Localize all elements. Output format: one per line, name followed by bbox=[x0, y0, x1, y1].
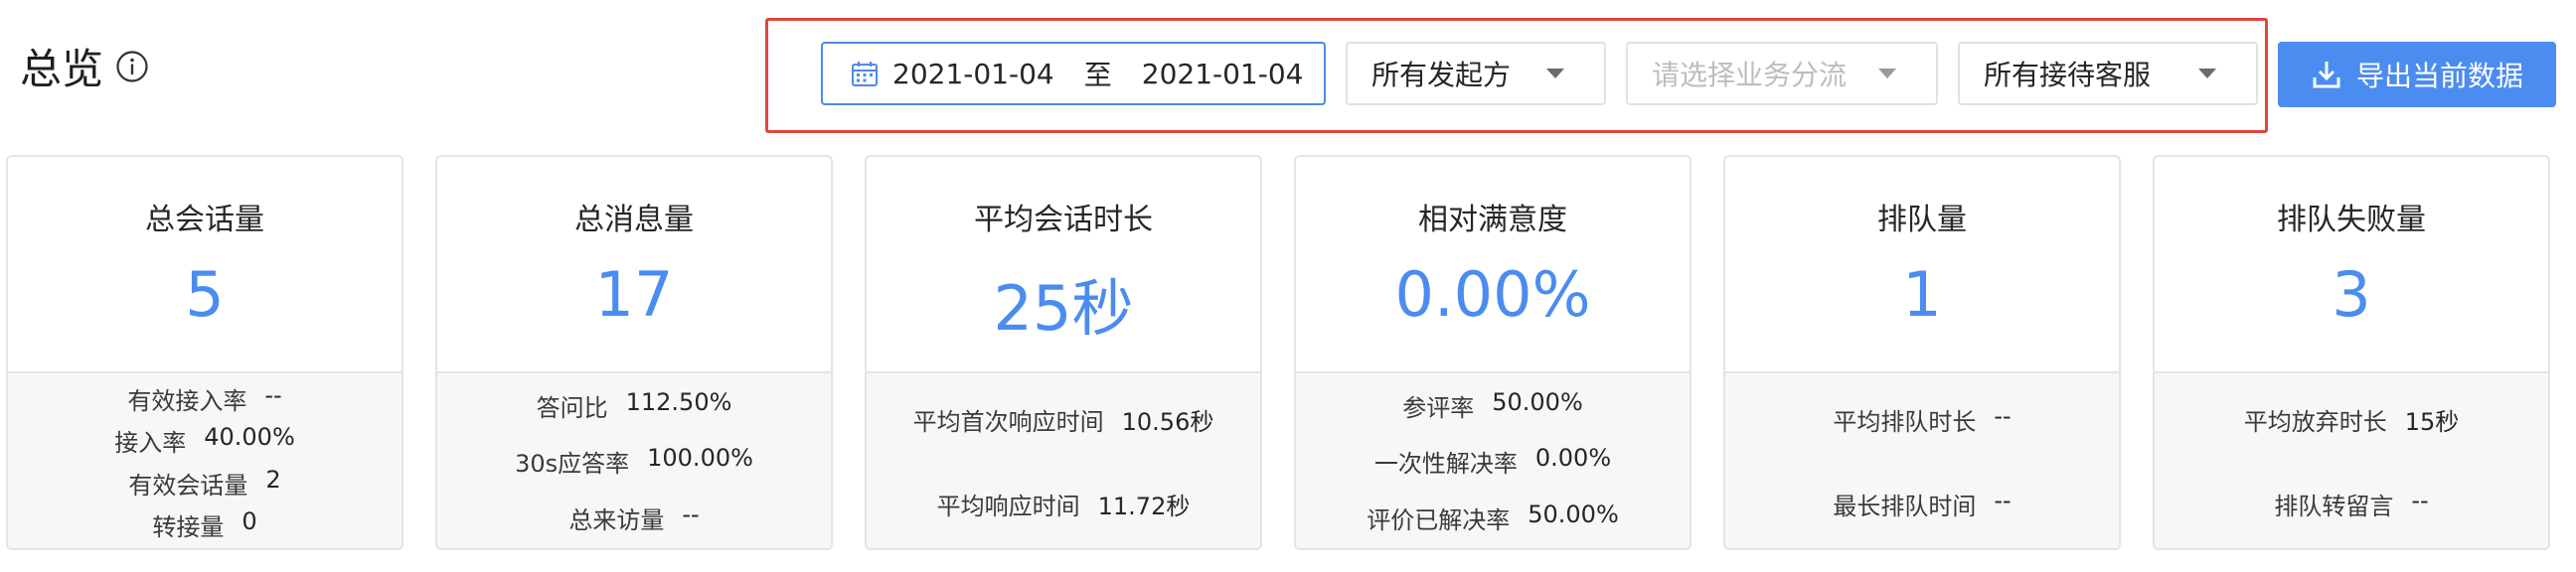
card-stats: 参评率 50.00% 一次性解决率 0.00% 评价已解决率 50.00% bbox=[1296, 371, 1690, 548]
stat-value: -- bbox=[264, 380, 282, 409]
stat-row: 平均放弃时长 15秒 bbox=[2244, 402, 2460, 437]
stat-label: 30s应答率 bbox=[515, 450, 630, 479]
page-header: 总览 bbox=[20, 36, 149, 96]
stat-label: 有效接入率 bbox=[127, 386, 247, 415]
stat-row: 有效接入率 -- bbox=[127, 381, 281, 416]
stat-row: 一次性解决率 0.00% bbox=[1374, 444, 1611, 479]
stat-row: 接入率 40.00% bbox=[114, 423, 295, 458]
calendar-icon bbox=[852, 62, 878, 86]
stat-label: 评价已解决率 bbox=[1367, 506, 1511, 535]
date-end[interactable]: 2021-01-04 bbox=[1142, 58, 1304, 90]
card-stats: 平均放弃时长 15秒 排队转留言 -- bbox=[2155, 371, 2548, 548]
stat-value: 112.50% bbox=[625, 387, 732, 416]
stat-row: 排队转留言 -- bbox=[2274, 487, 2428, 521]
stat-label: 答问比 bbox=[536, 393, 608, 422]
card-stats: 平均排队时长 -- 最长排队时间 -- bbox=[1725, 371, 2119, 548]
card-value: 25秒 bbox=[993, 272, 1134, 345]
stat-row: 平均排队时长 -- bbox=[1833, 402, 2011, 437]
stat-row: 转接量 0 bbox=[152, 507, 256, 542]
card-header: 排队失败量 3 bbox=[2155, 157, 2548, 371]
stat-row: 最长排队时间 -- bbox=[1833, 487, 2011, 521]
card-queue-count: 排队量 1 平均排队时长 -- 最长排队时间 -- bbox=[1723, 155, 2121, 550]
stat-value: 11.72秒 bbox=[1097, 493, 1191, 520]
page-title: 总览 bbox=[20, 45, 104, 93]
card-stats: 答问比 112.50% 30s应答率 100.00% 总来访量 -- bbox=[437, 371, 831, 548]
caret-down-icon bbox=[2198, 69, 2216, 78]
agent-select-value: 所有接待客服 bbox=[1984, 59, 2152, 91]
stat-value: 50.00% bbox=[1528, 500, 1619, 529]
card-header: 排队量 1 bbox=[1725, 157, 2119, 371]
stat-value: 2 bbox=[265, 465, 281, 494]
stat-label: 平均响应时间 bbox=[936, 493, 1080, 520]
card-stats: 有效接入率 -- 接入率 40.00% 有效会话量 2 转接量 0 bbox=[8, 371, 402, 548]
card-value: 1 bbox=[1902, 258, 1942, 331]
card-title: 排队失败量 bbox=[2277, 203, 2426, 237]
export-button-label: 导出当前数据 bbox=[2355, 60, 2523, 92]
business-flow-placeholder: 请选择业务分流 bbox=[1652, 59, 1848, 91]
stat-value: -- bbox=[1994, 402, 2012, 430]
agent-select[interactable]: 所有接待客服 bbox=[1958, 42, 2258, 105]
stat-value: 50.00% bbox=[1492, 387, 1583, 416]
card-relative-satisfaction: 相对满意度 0.00% 参评率 50.00% 一次性解决率 0.00% 评价已解决率… bbox=[1294, 155, 1691, 550]
date-separator: 至 bbox=[1083, 59, 1112, 91]
stat-label: 转接量 bbox=[152, 513, 225, 542]
card-title: 总会话量 bbox=[145, 203, 264, 237]
card-avg-session-duration: 平均会话时长 25秒 平均首次响应时间 10.56秒 平均响应时间 11.72秒 bbox=[865, 155, 1262, 550]
stat-value: 0.00% bbox=[1534, 444, 1612, 473]
card-value: 17 bbox=[594, 258, 674, 331]
stat-row: 评价已解决率 50.00% bbox=[1367, 500, 1619, 535]
card-header: 相对满意度 0.00% bbox=[1296, 157, 1690, 371]
stat-label: 平均放弃时长 bbox=[2243, 408, 2387, 436]
stat-label: 一次性解决率 bbox=[1373, 450, 1518, 479]
card-title: 相对满意度 bbox=[1418, 203, 1567, 237]
stat-row: 参评率 50.00% bbox=[1402, 388, 1583, 423]
card-title: 平均会话时长 bbox=[974, 203, 1153, 237]
export-button[interactable]: 导出当前数据 bbox=[2278, 42, 2556, 107]
stat-value: 100.00% bbox=[647, 444, 753, 473]
card-title: 排队量 bbox=[1877, 203, 1967, 237]
stat-label: 有效会话量 bbox=[128, 471, 248, 500]
business-flow-select[interactable]: 请选择业务分流 bbox=[1626, 42, 1938, 105]
card-value: 5 bbox=[185, 258, 225, 331]
card-total-sessions: 总会话量 5 有效接入率 -- 接入率 40.00% 有效会话量 2 转接量 0 bbox=[6, 155, 403, 550]
overview-page: 总览 2021-01-04 至 2021-01-04 所有发起方 请选择业务分流… bbox=[0, 0, 2576, 572]
stat-value: 10.56秒 bbox=[1121, 408, 1214, 436]
card-header: 总会话量 5 bbox=[8, 157, 402, 371]
stat-row: 平均响应时间 11.72秒 bbox=[937, 487, 1191, 521]
stat-label: 最长排队时间 bbox=[1833, 493, 1977, 520]
stat-value: 40.00% bbox=[204, 423, 295, 452]
card-value: 3 bbox=[2332, 258, 2371, 331]
stat-label: 平均首次响应时间 bbox=[912, 408, 1104, 436]
stat-value: -- bbox=[2411, 487, 2429, 514]
card-stats: 平均首次响应时间 10.56秒 平均响应时间 11.72秒 bbox=[867, 371, 1260, 548]
card-total-messages: 总消息量 17 答问比 112.50% 30s应答率 100.00% 总来访量 -- bbox=[435, 155, 833, 550]
initiator-select[interactable]: 所有发起方 bbox=[1346, 42, 1606, 105]
stat-row: 答问比 112.50% bbox=[537, 388, 732, 423]
stat-value: 0 bbox=[242, 507, 257, 536]
card-header: 平均会话时长 25秒 bbox=[867, 157, 1260, 371]
card-queue-failures: 排队失败量 3 平均放弃时长 15秒 排队转留言 -- bbox=[2153, 155, 2550, 550]
stat-value: -- bbox=[1994, 487, 2012, 514]
stat-label: 总来访量 bbox=[568, 506, 665, 535]
card-title: 总消息量 bbox=[574, 203, 694, 237]
stat-row: 平均首次响应时间 10.56秒 bbox=[913, 402, 1214, 437]
caret-down-icon bbox=[1546, 69, 1564, 78]
card-header: 总消息量 17 bbox=[437, 157, 831, 371]
stat-row: 30s应答率 100.00% bbox=[515, 444, 753, 479]
stat-value: 15秒 bbox=[2404, 408, 2460, 436]
stat-label: 排队转留言 bbox=[2274, 493, 2394, 520]
download-icon bbox=[2313, 62, 2340, 88]
date-start[interactable]: 2021-01-04 bbox=[892, 58, 1054, 90]
initiator-select-value: 所有发起方 bbox=[1371, 59, 1512, 91]
stat-label: 接入率 bbox=[114, 429, 187, 458]
stat-label: 平均排队时长 bbox=[1833, 408, 1977, 436]
info-circle-icon[interactable] bbox=[115, 50, 149, 83]
stat-row: 有效会话量 2 bbox=[128, 466, 280, 500]
stat-label: 参评率 bbox=[1402, 393, 1475, 422]
caret-down-icon bbox=[1878, 69, 1896, 78]
card-value: 0.00% bbox=[1394, 258, 1591, 331]
stat-value: -- bbox=[682, 500, 700, 529]
date-range-picker[interactable]: 2021-01-04 至 2021-01-04 bbox=[821, 42, 1326, 105]
stat-row: 总来访量 -- bbox=[568, 500, 699, 535]
